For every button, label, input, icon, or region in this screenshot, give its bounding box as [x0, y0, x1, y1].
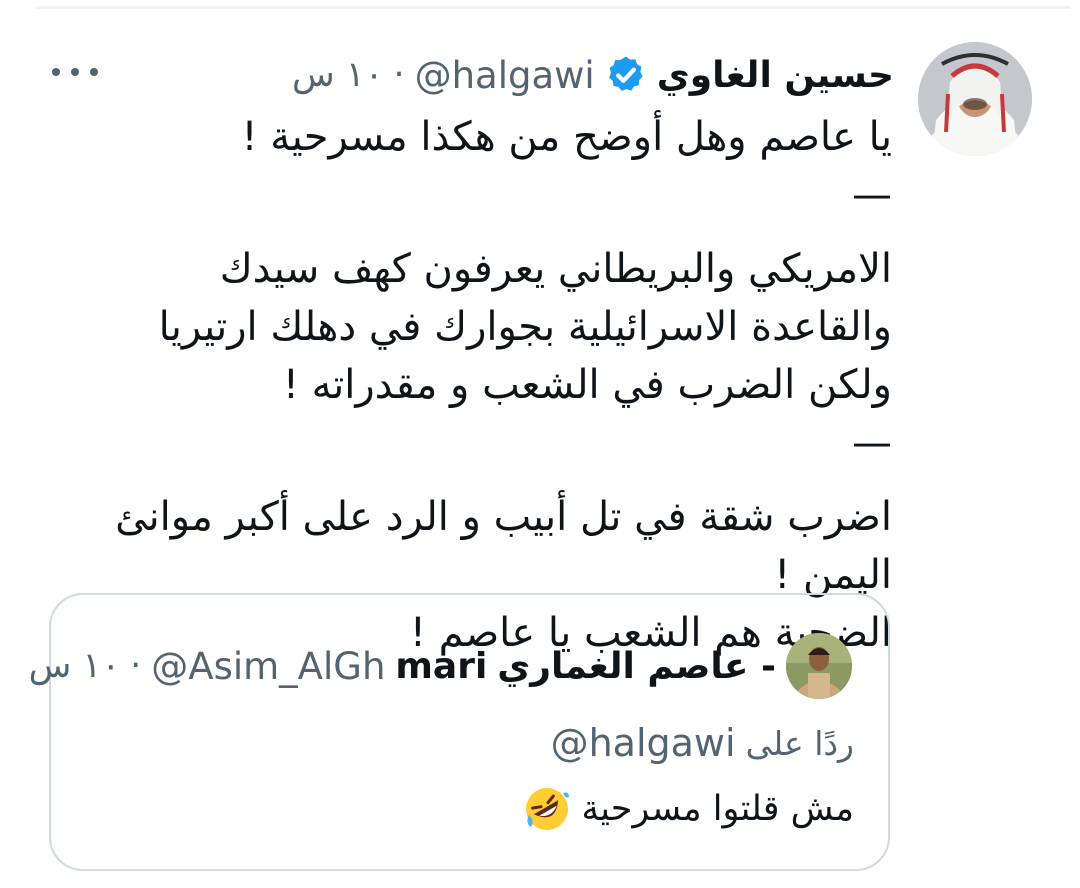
more-dot: [71, 68, 79, 76]
quoted-author-avatar[interactable]: [786, 633, 852, 699]
rolling-on-floor-laughing-emoji-icon: [523, 785, 571, 833]
more-horizontal-icon[interactable]: [52, 52, 98, 92]
separator-dot: ·: [130, 646, 142, 686]
quoted-tweet-time[interactable]: ١٠ س: [29, 646, 120, 686]
more-dot: [52, 68, 60, 76]
quoted-tweet-text-content: مش قلتوا مسرحية: [581, 789, 854, 829]
tweet-time[interactable]: ١٠ س: [292, 55, 383, 95]
more-dot: [90, 68, 98, 76]
replying-to: ردًا على @halgawi: [551, 715, 854, 771]
separator-dot: ·: [393, 55, 405, 95]
quoted-author-handle[interactable]: @Asim_AlGh: [151, 645, 385, 688]
tweet-paragraph: يا عاصم وهل أوضح من هكذا مسرحية ! —: [241, 114, 892, 218]
quoted-tweet-card[interactable]: عاصم الغماري - mari @Asim_AlGh · ١٠ س رد…: [29, 593, 890, 871]
tweet[interactable]: حسين الغاوي @halgawi · ١٠ س يا عاصم وهل …: [0, 0, 1080, 888]
quoted-author-name[interactable]: عاصم الغماري -: [497, 646, 776, 687]
tweet-header: حسين الغاوي @halgawi · ١٠ س: [292, 50, 894, 100]
quoted-author-name-suffix[interactable]: mari: [395, 646, 487, 687]
replying-to-handle[interactable]: @halgawi: [551, 721, 736, 765]
replying-to-label: ردًا على: [745, 723, 854, 763]
quoted-tweet-text: مش قلتوا مسرحية: [523, 781, 854, 837]
tweet-text: يا عاصم وهل أوضح من هكذا مسرحية ! — الام…: [92, 108, 892, 662]
author-avatar[interactable]: [918, 42, 1032, 156]
quoted-tweet-header: عاصم الغماري - mari @Asim_AlGh · ١٠ س: [29, 639, 776, 693]
tweet-paragraph: الامريكي والبريطاني يعرفون كهف سيدك والق…: [158, 246, 892, 466]
author-handle[interactable]: @halgawi: [415, 54, 595, 97]
author-name[interactable]: حسين الغاوي: [657, 55, 894, 96]
verified-badge-icon: [605, 54, 647, 96]
